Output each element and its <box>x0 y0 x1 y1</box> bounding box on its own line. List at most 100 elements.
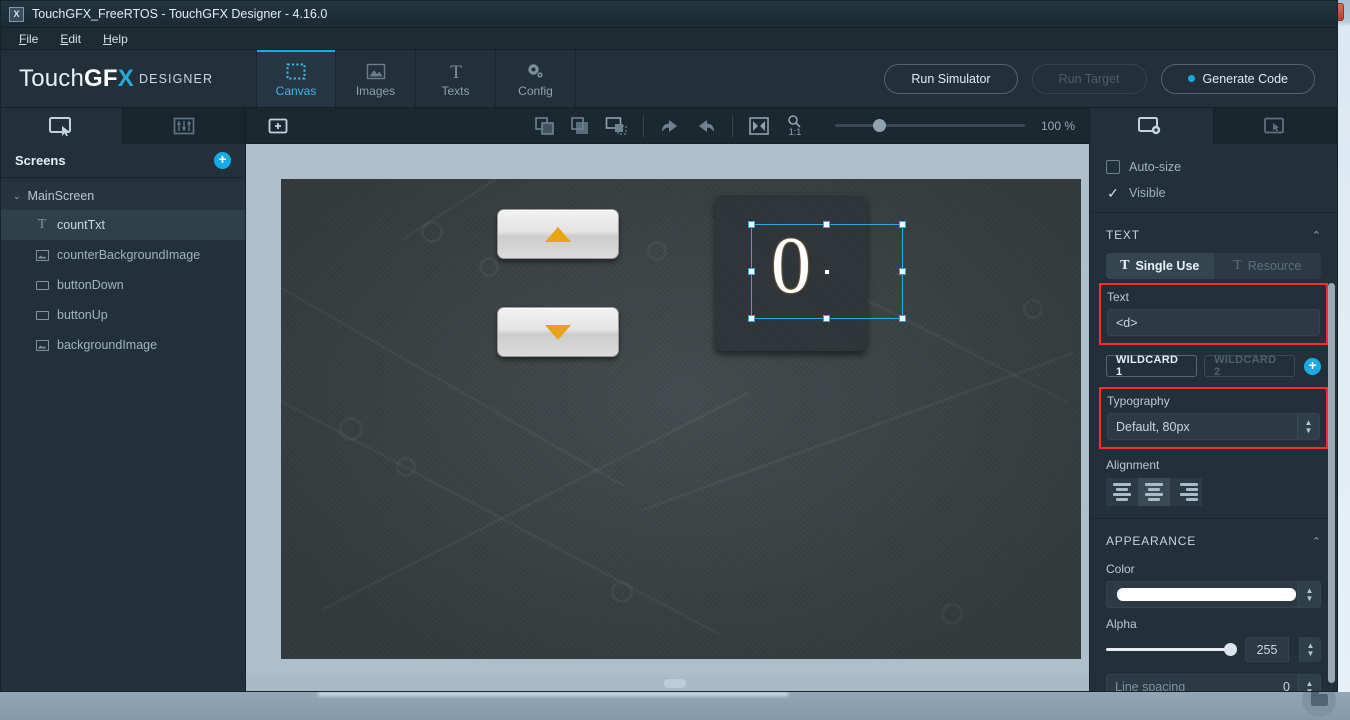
menu-file[interactable]: FFileile <box>9 30 48 48</box>
run-simulator-button[interactable]: Run Simulator <box>884 64 1017 94</box>
typography-stepper[interactable]: ▲ ▼ <box>1297 414 1319 439</box>
text-section-header[interactable]: TEXT ⌃ <box>1106 223 1321 247</box>
tree-item-label: countTxt <box>57 218 105 232</box>
tab-interactions[interactable] <box>1214 108 1338 144</box>
tab-widget-properties[interactable] <box>1090 108 1214 144</box>
basic-flags-section: Auto-size ✓ Visible <box>1090 144 1337 212</box>
line-spacing-stepper[interactable]: ▲ ▼ <box>1298 675 1320 691</box>
appearance-section-header[interactable]: APPEARANCE ⌃ <box>1106 529 1321 553</box>
add-widget-group <box>260 115 304 137</box>
align-right-button[interactable] <box>1170 478 1202 506</box>
tree-item-buttonDown[interactable]: buttonDown <box>1 270 245 300</box>
tree-item-countTxt[interactable]: T countTxt <box>1 210 245 240</box>
tab-widget-list[interactable] <box>123 108 245 144</box>
tab-canvas[interactable]: Canvas <box>256 50 336 107</box>
properties-scroll-area[interactable]: Auto-size ✓ Visible TEXT ⌃ T <box>1090 144 1337 691</box>
text-input[interactable]: <d> <box>1107 309 1320 336</box>
alignment-label: Alignment <box>1106 458 1321 472</box>
typography-select[interactable]: Default, 80px ▲ ▼ <box>1107 413 1320 440</box>
send-to-back-icon[interactable] <box>569 115 593 137</box>
alpha-stepper[interactable]: ▲ ▼ <box>1299 637 1321 662</box>
fit-to-screen-icon[interactable] <box>747 115 771 137</box>
properties-scrollbar-thumb[interactable] <box>1328 283 1335 683</box>
zoom-slider-knob[interactable] <box>873 119 886 132</box>
generate-code-button[interactable]: Generate Code <box>1161 64 1315 94</box>
visible-checkbox[interactable]: ✓ <box>1106 186 1120 200</box>
count-text-widget[interactable]: 0 <box>715 222 867 310</box>
canvas-button-down[interactable] <box>497 307 619 357</box>
redo-arrow-icon[interactable] <box>694 115 718 137</box>
header-actions: Run Simulator Run Target Generate Code <box>884 50 1337 107</box>
wildcard-1-button[interactable]: WILDCARD 1 <box>1106 355 1197 377</box>
sliders-icon <box>173 116 195 136</box>
align-center-button[interactable] <box>1138 478 1170 506</box>
tab-screens[interactable] <box>1 108 123 144</box>
add-widget-button[interactable] <box>266 115 290 137</box>
tree-item-counterBackgroundImage[interactable]: counterBackgroundImage <box>1 240 245 270</box>
color-picker[interactable]: ▲ ▼ <box>1106 581 1321 608</box>
send-backward-icon[interactable] <box>605 115 629 137</box>
zoom-slider[interactable] <box>835 124 1025 127</box>
screens-header: Screens + <box>1 144 245 178</box>
tab-images-label: Images <box>356 84 395 98</box>
text-input-value: <d> <box>1116 316 1311 330</box>
tree-root-mainscreen[interactable]: ⌄ MainScreen <box>1 182 245 210</box>
screen-cursor-icon <box>48 116 76 136</box>
stepper-down-icon: ▼ <box>1306 595 1314 602</box>
touchgfx-designer-window: X TouchGFX_FreeRTOS - TouchGFX Designer … <box>0 0 1338 692</box>
menu-help[interactable]: Help <box>93 30 138 48</box>
canvas-button-up[interactable] <box>497 209 619 259</box>
color-swatch[interactable] <box>1117 588 1296 601</box>
logo-subtitle: DESIGNER <box>139 72 213 86</box>
chevron-up-icon[interactable]: ⌃ <box>1312 229 1321 242</box>
tree-item-backgroundImage[interactable]: backgroundImage <box>1 330 245 360</box>
stepper-down-icon: ▼ <box>1307 650 1315 657</box>
color-stepper[interactable]: ▲ ▼ <box>1298 582 1320 607</box>
align-left-button[interactable] <box>1106 478 1138 506</box>
picture-icon <box>366 60 386 80</box>
layer-order-group <box>519 115 643 137</box>
image-widget-icon <box>35 249 49 261</box>
device-screen[interactable]: 0 <box>281 179 1081 659</box>
generate-code-label: Generate Code <box>1203 72 1288 86</box>
visible-row[interactable]: ✓ Visible <box>1106 180 1321 206</box>
screens-title: Screens <box>15 153 66 168</box>
canvas-scrollbar-thumb[interactable] <box>664 679 686 688</box>
chevron-down-icon[interactable]: ⌄ <box>13 191 21 202</box>
svg-text:T: T <box>450 62 462 80</box>
line-spacing-row[interactable]: Line spacing 0 ▲ ▼ <box>1106 674 1321 691</box>
properties-panel-tabs <box>1090 108 1337 144</box>
tab-texts[interactable]: T Texts <box>416 50 496 107</box>
alpha-value[interactable]: 255 <box>1245 637 1289 662</box>
tree-item-buttonUp[interactable]: buttonUp <box>1 300 245 330</box>
stepper-down-icon: ▼ <box>1305 427 1313 434</box>
autosize-row[interactable]: Auto-size <box>1106 154 1321 180</box>
tab-config-label: Config <box>518 84 553 98</box>
stepper-up-icon: ▲ <box>1306 680 1314 687</box>
wildcard-2-button: WILDCARD 2 <box>1204 355 1295 377</box>
wildcard-row: WILDCARD 1 WILDCARD 2 + <box>1106 355 1321 377</box>
widget-properties-icon <box>1137 116 1165 136</box>
left-panel-tabs <box>1 108 245 144</box>
canvas-horizontal-scrollbar[interactable] <box>246 675 1089 691</box>
text-mode-segmented[interactable]: T Single Use T Resource <box>1106 253 1321 279</box>
tab-images[interactable]: Images <box>336 50 416 107</box>
alpha-slider-knob[interactable] <box>1224 643 1237 656</box>
add-wildcard-button[interactable]: + <box>1304 358 1321 375</box>
text-mode-resource[interactable]: T Resource <box>1214 253 1322 279</box>
canvas-viewport[interactable]: 0 <box>246 144 1089 691</box>
add-screen-button[interactable]: + <box>214 152 231 169</box>
undo-arrow-icon[interactable] <box>658 115 682 137</box>
menu-edit[interactable]: Edit <box>50 30 91 48</box>
alignment-group <box>1106 478 1321 506</box>
tree-item-label: backgroundImage <box>57 338 157 352</box>
bring-to-front-icon[interactable] <box>533 115 557 137</box>
tab-config[interactable]: Config <box>496 50 576 107</box>
autosize-checkbox[interactable] <box>1106 160 1120 174</box>
text-mode-single-use[interactable]: T Single Use <box>1106 253 1214 279</box>
properties-panel: Auto-size ✓ Visible TEXT ⌃ T <box>1089 108 1337 691</box>
actual-size-button[interactable]: 1:1 <box>783 115 807 137</box>
chevron-up-icon[interactable]: ⌃ <box>1312 535 1321 548</box>
alpha-slider[interactable] <box>1106 648 1235 651</box>
counter-background-image[interactable]: 0 <box>715 194 867 351</box>
